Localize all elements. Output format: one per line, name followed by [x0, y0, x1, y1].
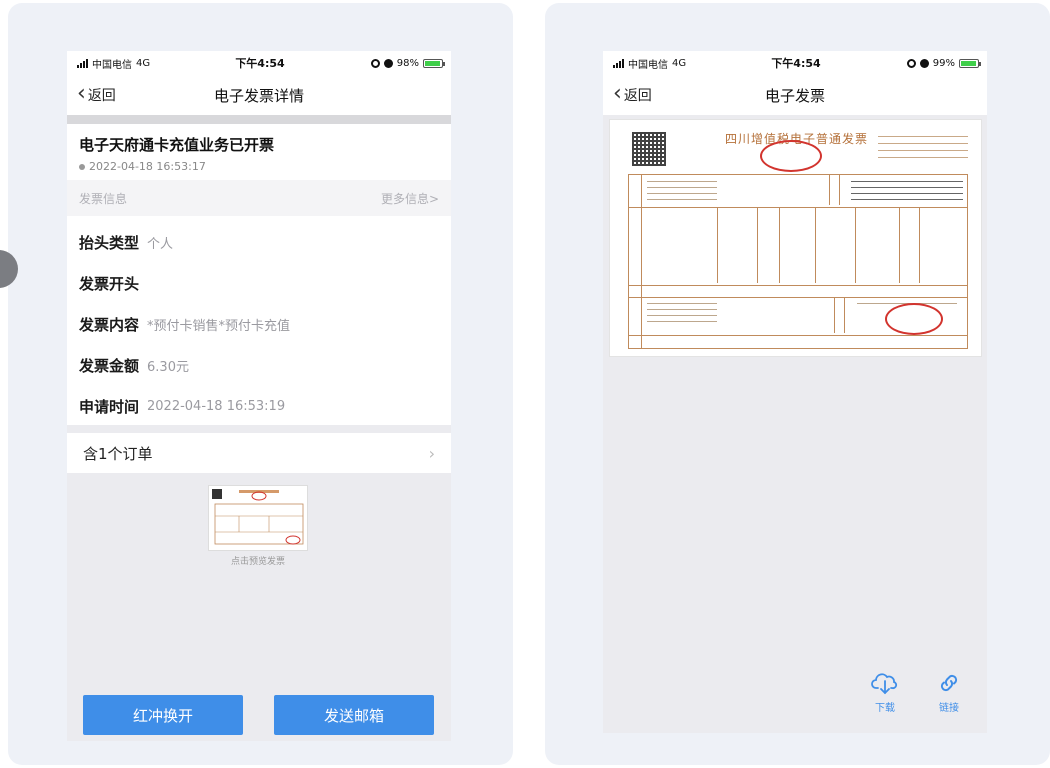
right-card: 中国电信 4G 下午4:54 99% ‹ 返回 电子发票 四川增值税电子普通发票: [545, 3, 1050, 765]
red-reissue-button[interactable]: 红冲换开: [83, 695, 243, 735]
cloud-download-icon: [871, 673, 898, 695]
stamp-seal-icon: [885, 303, 943, 335]
back-button[interactable]: ‹ 返回: [77, 75, 116, 115]
nav-bar: ‹ 返回 电子发票详情: [67, 75, 451, 115]
page-title: 电子发票: [764, 86, 825, 105]
link-button[interactable]: 链接: [929, 671, 969, 714]
invoice-detail-screen: 中国电信 4G 下午4:54 98% ‹ 返回 电子发票详情 电子天府通卡充值业…: [67, 51, 451, 741]
network-label: 4G: [136, 57, 151, 69]
divider: [67, 115, 451, 124]
more-info-link[interactable]: 更多信息>: [381, 190, 439, 207]
info-row-amount: 发票金额 6.30元: [79, 357, 189, 375]
invoice-view-screen: 中国电信 4G 下午4:54 99% ‹ 返回 电子发票 四川增值税电子普通发票: [603, 51, 987, 733]
status-header: 电子天府通卡充值业务已开票 2022-04-18 16:53:17: [67, 124, 451, 180]
status-bar: 中国电信 4G 下午4:54 99%: [603, 51, 987, 75]
order-row[interactable]: 含1个订单 ›: [67, 433, 451, 473]
battery-percent: 99%: [932, 57, 955, 69]
section-header: 发票信息 更多信息>: [67, 180, 451, 216]
carousel-prev-handle[interactable]: [0, 250, 18, 288]
status-title: 电子天府通卡充值业务已开票: [79, 136, 275, 154]
section-title: 发票信息: [79, 191, 128, 206]
invoice-image[interactable]: 四川增值税电子普通发票: [609, 119, 982, 357]
orientation-lock-icon: [370, 58, 380, 68]
back-label: 返回: [87, 88, 116, 104]
chevron-left-icon: ‹: [77, 80, 86, 106]
status-time: 2022-04-18 16:53:17: [89, 160, 206, 173]
battery-icon: [959, 58, 981, 68]
qr-code-icon: [632, 132, 666, 166]
divider: [67, 425, 451, 433]
link-icon: [940, 674, 958, 692]
info-row-title-type: 抬头类型 个人: [79, 234, 174, 252]
stamp-seal-icon: [760, 140, 822, 172]
clock: 下午4:54: [771, 57, 821, 70]
preview-caption: 点击预览发票: [230, 557, 285, 567]
clock: 下午4:54: [235, 57, 285, 70]
status-bar: 中国电信 4G 下午4:54 98%: [67, 51, 451, 75]
back-button[interactable]: ‹ 返回: [613, 75, 652, 115]
invoice-info: 抬头类型 个人 发票开头 发票内容 *预付卡销售*预付卡充值 发票金额 6.30…: [67, 216, 451, 425]
carrier-label: 中国电信: [92, 59, 132, 71]
chevron-right-icon: ›: [428, 443, 435, 463]
info-row-header: 发票开头: [79, 275, 140, 293]
alarm-icon: [383, 58, 393, 68]
download-label: 下载: [875, 703, 895, 714]
network-label: 4G: [672, 57, 687, 69]
download-button[interactable]: 下载: [865, 671, 905, 714]
orientation-lock-icon: [906, 58, 916, 68]
invoice-preview-thumbnail[interactable]: [208, 485, 308, 551]
info-row-apply-time: 申请时间 2022-04-18 16:53:19: [79, 398, 286, 416]
status-dot-icon: [79, 163, 85, 170]
nav-bar: ‹ 返回 电子发票: [603, 75, 987, 115]
chevron-left-icon: ‹: [613, 80, 622, 106]
order-label: 含1个订单: [83, 444, 153, 463]
left-card: 中国电信 4G 下午4:54 98% ‹ 返回 电子发票详情 电子天府通卡充值业…: [0, 3, 513, 765]
battery-percent: 98%: [396, 57, 419, 69]
alarm-icon: [919, 58, 929, 68]
send-email-button[interactable]: 发送邮箱: [274, 695, 434, 735]
link-label: 链接: [939, 703, 959, 714]
battery-icon: [423, 58, 445, 68]
page-title: 电子发票详情: [213, 86, 304, 105]
carrier-label: 中国电信: [628, 59, 668, 71]
info-row-content: 发票内容 *预付卡销售*预付卡充值: [79, 316, 291, 334]
invoice-table: [628, 174, 968, 349]
signal-icon: [613, 58, 624, 68]
signal-icon: [77, 58, 88, 68]
back-label: 返回: [623, 88, 652, 104]
